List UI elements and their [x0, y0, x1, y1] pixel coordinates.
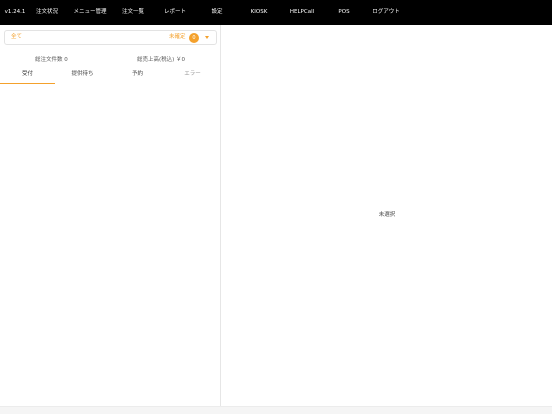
chevron-down-icon[interactable]	[205, 36, 209, 39]
nav-menu-management[interactable]: メニュー管理	[73, 0, 106, 25]
tab-awaiting-serve[interactable]: 提供待ち	[55, 69, 110, 84]
tab-received[interactable]: 受付	[0, 69, 55, 84]
app-version: v1.24.1	[4, 9, 26, 15]
filter-unconfirmed-label: 未確定	[169, 34, 186, 40]
order-status-tabs: 受付 提供待ち 予約 エラー	[0, 69, 221, 84]
nav-settings[interactable]: 設定	[211, 0, 222, 25]
nav-report[interactable]: レポート	[164, 0, 186, 25]
tab-error[interactable]: エラー	[165, 69, 220, 84]
nav-order-list[interactable]: 注文一覧	[122, 0, 144, 25]
total-sales: 総売上高(税込) ￥0	[137, 57, 186, 63]
nav-pos[interactable]: POS	[338, 0, 349, 25]
order-detail-pane: 未選択	[222, 25, 552, 406]
nav-kiosk[interactable]: KIOSK	[251, 0, 268, 25]
nav-helpcall[interactable]: HELPCall	[290, 0, 314, 25]
order-filter-dropdown[interactable]: 全て 未確定 0	[4, 30, 217, 45]
top-navigation-bar: v1.24.1 注文状況 メニュー管理 注文一覧 レポート 設定 KIOSK H…	[0, 0, 552, 25]
tab-reservation[interactable]: 予約	[110, 69, 165, 84]
order-list-pane: 全て 未確定 0 総注文件数 0 総売上高(税込) ￥0 受付 提供待ち 予約 …	[0, 25, 221, 414]
total-order-count: 総注文件数 0	[35, 57, 68, 63]
nav-order-status[interactable]: 注文状況	[36, 0, 58, 25]
bottom-edge	[0, 406, 552, 414]
filter-all-label: 全て	[11, 34, 23, 40]
no-selection-text: 未選択	[378, 212, 396, 218]
logout-button[interactable]: ログアウト	[372, 0, 400, 25]
unconfirmed-count-badge: 0	[189, 33, 199, 43]
